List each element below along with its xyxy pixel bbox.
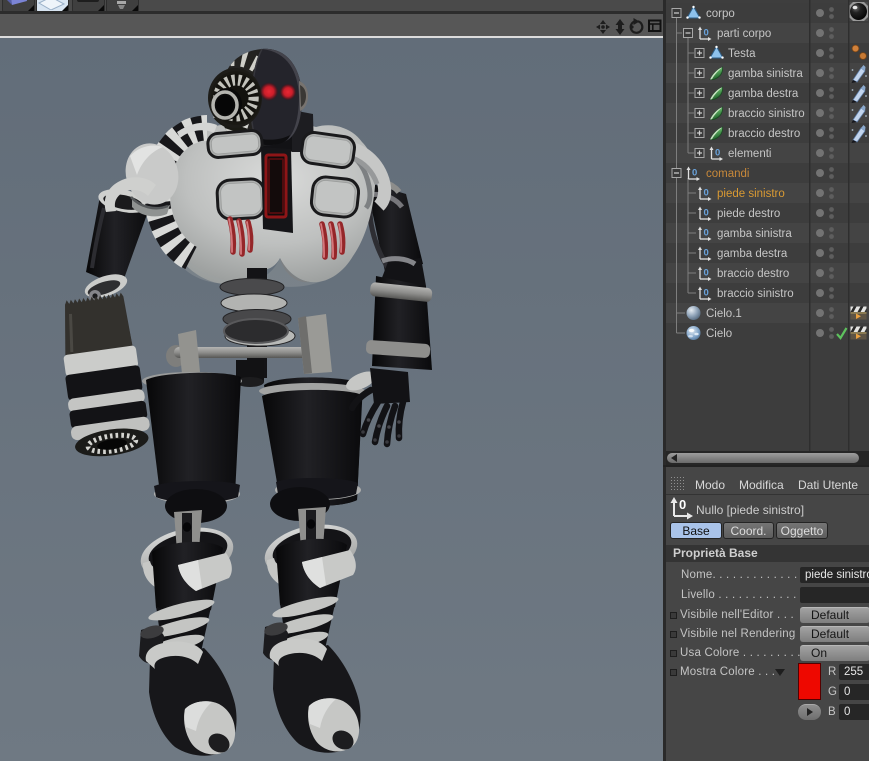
svg-text:0: 0 (679, 497, 686, 512)
svg-text:gamba destra: gamba destra (728, 88, 799, 100)
svg-text:parti corpo: parti corpo (717, 28, 771, 40)
svg-text:piede destro: piede destro (717, 208, 780, 220)
svg-text:corpo: corpo (706, 8, 735, 20)
svg-text:gamba destra: gamba destra (717, 248, 788, 260)
svg-text:braccio destro: braccio destro (728, 128, 800, 140)
svg-text:braccio sinistro: braccio sinistro (728, 108, 805, 120)
svg-text:braccio destro: braccio destro (717, 268, 789, 280)
svg-text:Testa: Testa (728, 48, 756, 60)
svg-text:gamba sinistra: gamba sinistra (717, 228, 792, 240)
svg-text:Cielo: Cielo (706, 328, 732, 340)
svg-text:comandi: comandi (706, 168, 749, 180)
svg-text:piede sinistro: piede sinistro (717, 188, 785, 200)
svg-text:elementi: elementi (728, 148, 771, 160)
svg-text:braccio sinistro: braccio sinistro (717, 288, 794, 300)
svg-text:gamba sinistra: gamba sinistra (728, 68, 803, 80)
svg-text:Cielo.1: Cielo.1 (706, 308, 742, 320)
